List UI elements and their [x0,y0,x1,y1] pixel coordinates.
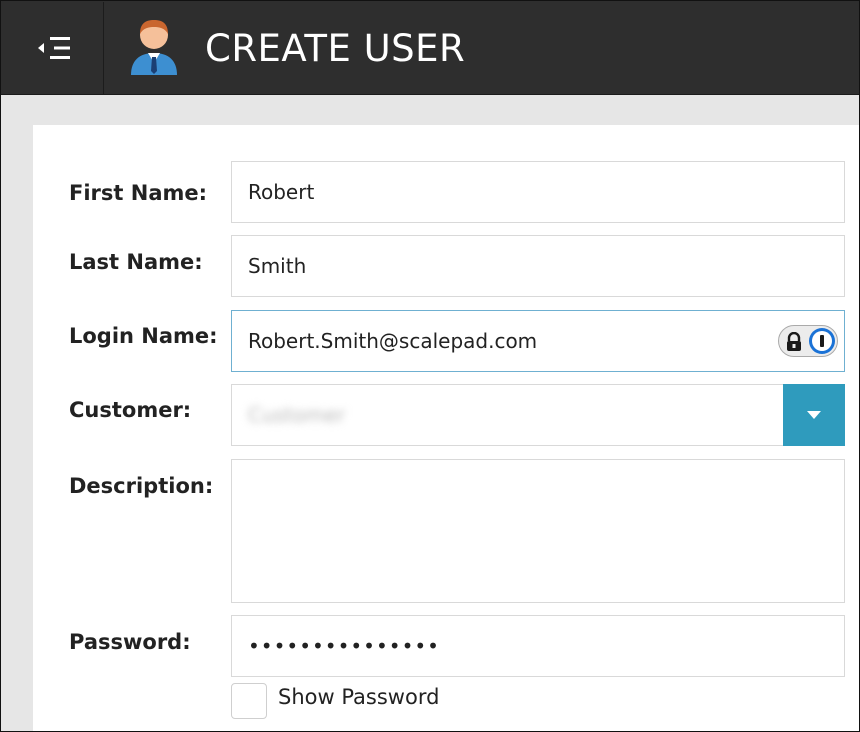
password-input[interactable]: ••••••••••••••• [248,634,440,658]
login-name-label: Login Name: [69,324,218,348]
password-manager-button[interactable] [778,325,838,357]
login-name-input[interactable] [248,311,768,371]
customer-select[interactable]: Customer [231,384,845,446]
first-name-label: First Name: [69,181,208,205]
password-field[interactable]: ••••••••••••••• [231,615,845,677]
first-name-field[interactable] [231,161,845,223]
password-label: Password: [69,630,191,654]
lock-icon [787,332,801,351]
customer-label: Customer: [69,398,192,422]
user-avatar-icon [131,20,177,75]
caret-down-icon [807,411,821,419]
first-name-input[interactable] [248,162,844,222]
show-password-checkbox[interactable] [231,683,267,719]
header-bar: CREATE USER [1,1,859,95]
customer-dropdown-button[interactable] [783,384,845,446]
login-name-field[interactable] [231,310,845,372]
customer-selected-value: Customer [248,403,346,427]
description-field[interactable] [231,459,845,603]
page-title: CREATE USER [205,27,466,70]
menu-toggle-button[interactable] [2,2,104,94]
menu-collapse-icon [37,37,70,59]
description-textarea[interactable] [248,474,844,602]
last-name-field[interactable] [231,235,845,297]
description-label: Description: [69,474,214,498]
last-name-input[interactable] [248,236,844,296]
password-manager-icon [809,328,835,354]
last-name-label: Last Name: [69,250,203,274]
show-password-label[interactable]: Show Password [278,685,439,709]
app-window: CREATE USER First Name: Last Name: Login… [0,0,860,732]
